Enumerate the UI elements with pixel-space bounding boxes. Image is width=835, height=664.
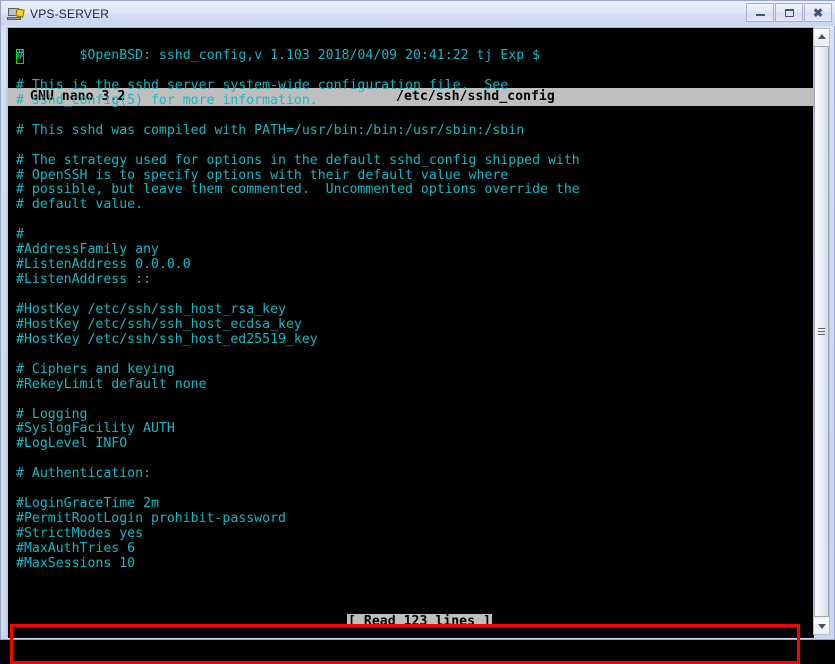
- editor-line: #HostKey /etc/ssh/ssh_host_rsa_key: [16, 301, 286, 317]
- minimize-button[interactable]: [746, 3, 774, 22]
- terminal-frame: GNU nano 3.2 /etc/ssh/sshd_config # $Ope…: [6, 27, 814, 664]
- editor-line: #HostKey /etc/ssh/ssh_host_ecdsa_key: [16, 316, 302, 332]
- editor-line: # OpenSSH is to specify options with the…: [16, 167, 509, 183]
- close-icon: ✖: [812, 5, 824, 20]
- maximize-icon: [784, 8, 794, 17]
- remote-desktop-icon: [7, 6, 25, 22]
- editor-line: # This is the sshd server system-wide co…: [16, 77, 509, 93]
- scrollbar-thumb[interactable]: [814, 46, 829, 617]
- editor-line: # Authentication:: [16, 466, 151, 482]
- editor-line: #: [16, 227, 24, 243]
- remote-desktop-window: VPS-SERVER ✖ GNU nano 3.2 /etc/ssh/sshd_…: [0, 0, 835, 664]
- scrollbar-grip-icon: [818, 327, 825, 336]
- editor-line: # default value.: [16, 197, 144, 213]
- editor-line: # $OpenBSD: sshd_config,v 1.103 2018/04/…: [16, 48, 541, 64]
- editor-line: #HostKey /etc/ssh/ssh_host_ed25519_key: [16, 331, 318, 347]
- nano-terminal[interactable]: GNU nano 3.2 /etc/ssh/sshd_config # $Ope…: [8, 28, 814, 638]
- scroll-up-arrow-icon[interactable]: [814, 29, 829, 44]
- nano-editor-area[interactable]: # $OpenBSD: sshd_config,v 1.103 2018/04/…: [8, 48, 814, 617]
- maximize-button[interactable]: [775, 3, 803, 22]
- editor-line: #RekeyLimit default none: [16, 376, 207, 392]
- editor-line: #StrictModes yes: [16, 526, 144, 541]
- editor-line: #LoginGraceTime 2m: [16, 496, 159, 512]
- vertical-scrollbar[interactable]: [813, 28, 830, 635]
- editor-line: # The strategy used for options in the d…: [16, 152, 580, 168]
- editor-line: #SyslogFacility AUTH: [16, 421, 175, 437]
- window-controls: ✖: [746, 3, 832, 22]
- editor-line: #AddressFamily any: [16, 242, 159, 258]
- editor-line: # sshd_config(5) for more information.: [16, 92, 318, 108]
- editor-line: # This sshd was compiled with PATH=/usr/…: [16, 122, 525, 138]
- editor-line: #ListenAddress 0.0.0.0: [16, 257, 191, 273]
- window-title: VPS-SERVER: [30, 6, 110, 21]
- editor-line: #MaxAuthTries 6: [16, 540, 136, 556]
- editor-line: #PermitRootLogin prohibit-password: [16, 511, 286, 527]
- nano-shortcut-bar: ^G Get Help^O Write Out^W Where Is^K Cut…: [8, 627, 814, 638]
- text-cursor: #: [16, 48, 24, 64]
- window-titlebar[interactable]: VPS-SERVER ✖: [1, 1, 835, 26]
- editor-line: #MaxSessions 10: [16, 555, 136, 571]
- close-button[interactable]: ✖: [804, 3, 832, 22]
- editor-line: #LogLevel INFO: [16, 436, 128, 452]
- scroll-down-arrow-icon[interactable]: [814, 619, 829, 634]
- editor-line: # Logging: [16, 406, 88, 422]
- editor-line: # possible, but leave them commented. Un…: [16, 182, 580, 198]
- editor-line: #ListenAddress ::: [16, 272, 151, 288]
- minimize-icon: [755, 14, 765, 16]
- editor-line: # Ciphers and keying: [16, 361, 175, 377]
